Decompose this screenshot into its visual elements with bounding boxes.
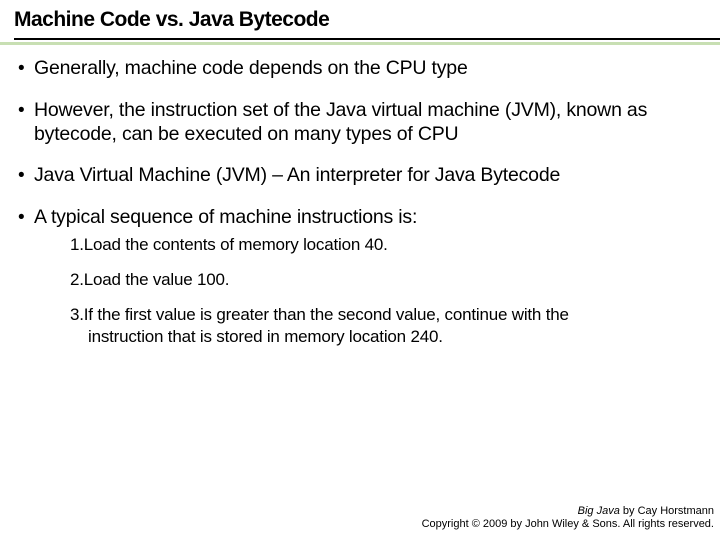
bullet-text: A typical sequence of machine instructio… xyxy=(34,206,417,228)
bullet-item: Generally, machine code depends on the C… xyxy=(12,57,696,81)
step-number: 3. xyxy=(70,305,84,324)
slide-content: Generally, machine code depends on the C… xyxy=(0,45,720,347)
step-item: 3.If the first value is greater than the… xyxy=(70,304,696,347)
step-text-cont: instruction that is stored in memory loc… xyxy=(70,326,696,347)
footer-author: by Cay Horstmann xyxy=(620,505,714,517)
step-number: 1. xyxy=(70,235,84,254)
step-item: 1.Load the contents of memory location 4… xyxy=(70,234,696,255)
slide-title: Machine Code vs. Java Bytecode xyxy=(14,8,720,32)
bullet-item: Java Virtual Machine (JVM) – An interpre… xyxy=(12,164,696,188)
step-item: 2.Load the value 100. xyxy=(70,269,696,290)
step-text: If the first value is greater than the s… xyxy=(84,305,569,324)
step-number: 2. xyxy=(70,270,84,289)
step-text: Load the contents of memory location 40. xyxy=(84,235,388,254)
bullet-item: However, the instruction set of the Java… xyxy=(12,99,696,147)
step-text: Load the value 100. xyxy=(84,270,230,289)
footer-book-title: Big Java xyxy=(578,505,620,517)
bullet-item: A typical sequence of machine instructio… xyxy=(12,206,696,347)
slide-footer: Big Java by Cay Horstmann Copyright © 20… xyxy=(422,505,714,533)
footer-copyright: Copyright © 2009 by John Wiley & Sons. A… xyxy=(422,518,714,532)
title-underline xyxy=(14,38,720,40)
